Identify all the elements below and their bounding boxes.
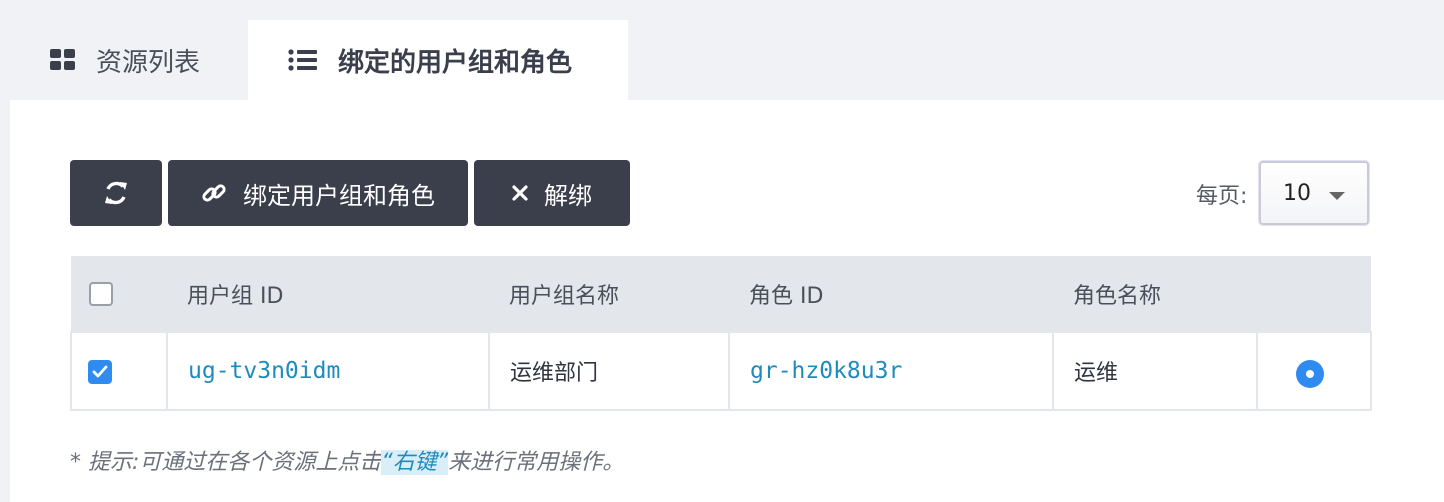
close-icon [512,185,528,201]
tab-bar: 资源列表 绑定的用户组和角色 [10,20,628,100]
unbind-button-label: 解绑 [544,181,592,210]
grid-icon [50,49,76,71]
bind-group-role-button[interactable]: 绑定用户组和角色 [168,160,468,226]
header-group-id: 用户组 ID [187,283,284,309]
role-name-cell: 运维 [1052,331,1258,411]
per-page-label: 每页: [1196,184,1248,209]
header-checkbox-cell [71,256,167,332]
hint-text: * 提示:可通过在各个资源上点击“右键”来进行常用操作。 [70,444,624,476]
tab-resource-list[interactable]: 资源列表 [10,20,248,100]
per-page-value: 10 [1283,180,1311,206]
radio-dot [1306,370,1314,378]
group-id-link[interactable]: ug-tv3n0idm [188,358,340,384]
hint-prefix: * 提示:可通过在各个资源上点击 [70,450,382,475]
hint-highlight: “右键” [381,450,449,475]
list-icon [288,49,318,71]
row-action-cell [1256,331,1372,411]
row-checkbox-cell [70,331,168,411]
unbind-button[interactable]: 解绑 [474,160,630,226]
tab-bound-groups-roles[interactable]: 绑定的用户组和角色 [248,20,628,100]
refresh-icon [103,180,129,206]
link-icon [201,180,227,206]
chevron-down-icon [1329,192,1345,200]
group-name-cell: 运维部门 [488,331,730,411]
row-checkbox[interactable] [88,359,112,384]
tab-resource-list-label: 资源列表 [96,47,201,78]
check-icon [92,365,108,377]
per-page-select[interactable]: 10 [1259,161,1369,225]
row-radio-button[interactable] [1296,360,1324,388]
content-panel: 绑定用户组和角色 解绑 每页: 10 用户组 ID 用户组名称 角色 ID 角色… [10,100,1444,502]
bindings-table: 用户组 ID 用户组名称 角色 ID 角色名称 ug-tv3n0idm 运维部门… [70,256,1372,411]
header-action [1257,256,1371,332]
group-id-cell: ug-tv3n0idm [166,331,490,411]
header-group-name: 用户组名称 [509,283,620,309]
table-header-row: 用户组 ID 用户组名称 角色 ID 角色名称 [71,256,1371,332]
refresh-button[interactable] [70,160,162,226]
select-all-checkbox[interactable] [89,282,113,306]
table-row[interactable]: ug-tv3n0idm 运维部门 gr-hz0k8u3r 运维 [70,331,1372,411]
tab-bound-groups-roles-label: 绑定的用户组和角色 [338,47,573,78]
hint-suffix: 来进行常用操作。 [448,450,625,475]
role-id-cell: gr-hz0k8u3r [728,331,1054,411]
bind-button-label: 绑定用户组和角色 [243,181,435,210]
header-role-name: 角色名称 [1073,283,1162,309]
role-id-link[interactable]: gr-hz0k8u3r [750,358,902,384]
header-role-id: 角色 ID [749,283,824,309]
